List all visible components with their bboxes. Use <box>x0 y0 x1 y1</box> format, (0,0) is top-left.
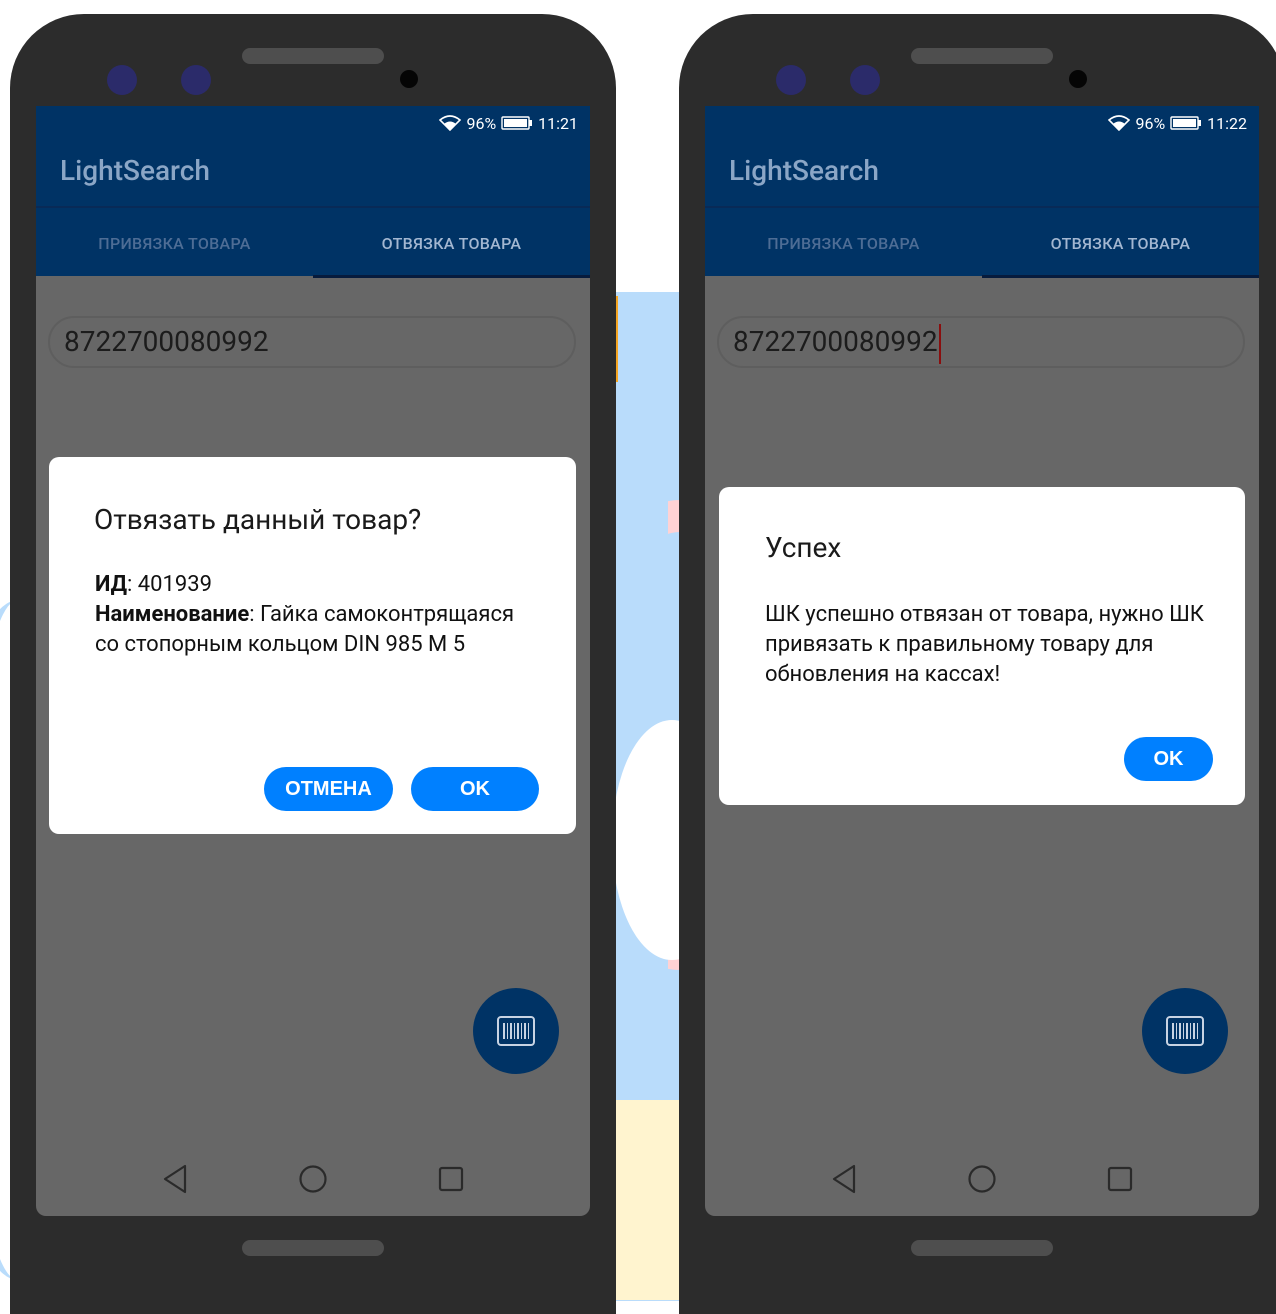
product-name: Наименование: Гайка самоконтрящаяся со с… <box>95 600 515 660</box>
speaker-grille <box>911 48 1053 64</box>
product-id-label: ИД <box>95 572 128 597</box>
front-camera <box>1069 70 1087 88</box>
front-sensor <box>776 65 806 95</box>
nav-recents-button[interactable] <box>1100 1159 1140 1199</box>
dialog-body: ИД: 401939 Наименование: Гайка самоконтр… <box>95 570 515 660</box>
clock: 11:21 <box>538 113 578 133</box>
recents-icon <box>438 1166 464 1192</box>
barcode-icon <box>497 1016 535 1046</box>
front-camera <box>400 70 418 88</box>
tab-bar: ПРИВЯЗКА ТОВАРА ОТВЯЗКА ТОВАРА <box>36 206 590 278</box>
product-name-label: Наименование <box>95 602 250 627</box>
nav-home-button[interactable] <box>962 1159 1002 1199</box>
app-bar: 96% 11:22 LightSearch ПРИВЯЗКА ТОВАРА ОТ… <box>705 106 1259 278</box>
barcode-icon <box>1166 1016 1204 1046</box>
system-nav-bar <box>36 1142 590 1216</box>
dialog-title: Отвязать данный товар? <box>94 503 422 536</box>
front-sensor <box>181 65 211 95</box>
barcode-input-value: 8722700080992 <box>64 325 269 358</box>
app-bar: 96% 11:21 LightSearch ПРИВЯЗКА ТОВАРА ОТ… <box>36 106 590 278</box>
home-icon <box>968 1165 996 1193</box>
nav-back-button[interactable] <box>155 1159 195 1199</box>
tab-unbind-product[interactable]: ОТВЯЗКА ТОВАРА <box>313 208 590 278</box>
barcode-input-value: 8722700080992 <box>733 325 938 358</box>
battery-percent: 96% <box>466 113 497 133</box>
speaker-grille <box>242 1240 384 1256</box>
speaker-grille <box>242 48 384 64</box>
tab-bar: ПРИВЯЗКА ТОВАРА ОТВЯЗКА ТОВАРА <box>705 206 1259 278</box>
nav-home-button[interactable] <box>293 1159 333 1199</box>
back-icon <box>163 1164 187 1194</box>
unbind-confirm-dialog: Отвязать данный товар? ИД: 401939 Наимен… <box>49 457 576 834</box>
nav-back-button[interactable] <box>824 1159 864 1199</box>
battery-icon <box>1170 116 1202 130</box>
wifi-icon <box>439 115 462 131</box>
product-id-value: : 401939 <box>127 572 212 597</box>
wifi-icon <box>1108 115 1131 131</box>
front-sensor <box>107 65 137 95</box>
success-dialog: Успех ШК успешно отвязан от товара, нужн… <box>719 487 1245 805</box>
home-icon <box>299 1165 327 1193</box>
ok-button[interactable]: OK <box>411 767 539 811</box>
front-sensor <box>850 65 880 95</box>
tab-unbind-product[interactable]: ОТВЯЗКА ТОВАРА <box>982 208 1259 278</box>
scan-barcode-button[interactable] <box>473 988 559 1074</box>
scan-barcode-button[interactable] <box>1142 988 1228 1074</box>
system-nav-bar <box>705 1142 1259 1216</box>
dialog-title: Успех <box>765 531 842 564</box>
app-title: LightSearch <box>60 154 210 187</box>
clock: 11:22 <box>1207 113 1247 133</box>
tab-bind-product[interactable]: ПРИВЯЗКА ТОВАРА <box>36 208 313 278</box>
nav-recents-button[interactable] <box>431 1159 471 1199</box>
dialog-message: ШК успешно отвязан от товара, нужно ШК п… <box>765 602 1204 687</box>
back-icon <box>832 1164 856 1194</box>
barcode-input[interactable]: 8722700080992 <box>717 316 1245 368</box>
product-id: ИД: 401939 <box>95 570 515 600</box>
battery-icon <box>501 116 533 130</box>
speaker-grille <box>911 1240 1053 1256</box>
tab-bind-product[interactable]: ПРИВЯЗКА ТОВАРА <box>705 208 982 278</box>
battery-percent: 96% <box>1135 113 1166 133</box>
barcode-input[interactable]: 8722700080992 <box>48 316 576 368</box>
recents-icon <box>1107 1166 1133 1192</box>
status-bar: 96% 11:22 <box>1108 112 1247 134</box>
cancel-button[interactable]: ОТМЕНА <box>264 767 393 811</box>
text-cursor <box>938 323 941 364</box>
ok-button[interactable]: OK <box>1124 737 1213 781</box>
app-title: LightSearch <box>729 154 879 187</box>
status-bar: 96% 11:21 <box>439 112 578 134</box>
